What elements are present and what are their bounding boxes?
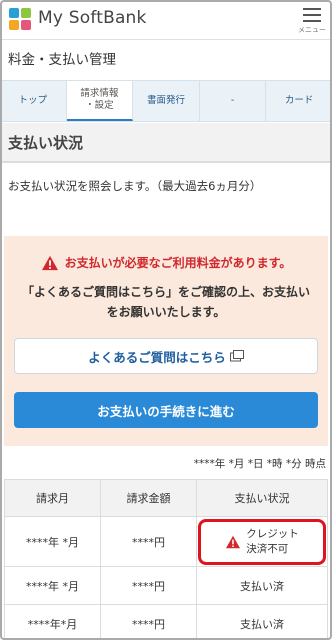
notice-title-text: お支払いが必要なご利用料金があります。 — [64, 256, 292, 270]
billing-amount: ****円 — [100, 516, 197, 567]
tab-label: カード — [284, 95, 314, 107]
external-link-icon — [229, 350, 244, 362]
tab-label: - — [230, 95, 235, 107]
faq-button-label: よくあるご質問はこちら — [88, 349, 226, 365]
status-line-1: クレジット — [246, 528, 299, 541]
payment-status-table: 請求月 請求金額 支払い状況 ****年 *月 ****円 クレジット 決済不可… — [4, 479, 328, 640]
section-title: 料金・支払い管理 — [8, 52, 116, 68]
tab-card[interactable]: カード — [266, 81, 332, 121]
status-highlight: クレジット 決済不可 — [198, 518, 326, 565]
tab-placeholder[interactable]: - — [200, 81, 267, 121]
tab-label: 書面発行 — [146, 95, 185, 107]
app-header: My SoftBank メニュー — [0, 0, 332, 40]
tab-top[interactable]: トップ — [0, 81, 67, 121]
table-row: ****年 *月 ****円 クレジット 決済不可 — [4, 516, 328, 567]
header-payment-status: 支払い状況 — [196, 479, 328, 517]
payment-status: 支払い済 — [196, 566, 328, 605]
header-billing-amount: 請求金額 — [100, 479, 197, 517]
billing-month: ****年 *月 — [4, 566, 101, 605]
table-row: ****年 *月 ****円 支払い済 — [4, 566, 328, 605]
header-billing-month: 請求月 — [4, 479, 101, 517]
intro-text: お支払い状況を照会します。（最大過去6ヵ月分） — [8, 179, 262, 193]
table-row: ****年*月 ****円 支払い済 — [4, 604, 328, 640]
menu-button[interactable]: メニュー — [298, 4, 326, 36]
menu-icon — [303, 8, 321, 22]
billing-month: ****年*月 — [4, 604, 101, 640]
payment-status: クレジット 決済不可 — [196, 516, 328, 567]
tab-label: 請求情報 ・設定 — [80, 88, 119, 111]
tab-documents[interactable]: 書面発行 — [133, 81, 200, 121]
tab-label: トップ — [18, 95, 48, 107]
pay-button-label: お支払いの手続きに進む — [97, 403, 235, 419]
status-text: クレジット 決済不可 — [246, 527, 299, 555]
tab-billing-settings[interactable]: 請求情報 ・設定 — [66, 81, 134, 121]
status-line-2: 決済不可 — [246, 542, 289, 555]
faq-button[interactable]: よくあるご質問はこちら — [14, 338, 318, 374]
proceed-payment-button[interactable]: お支払いの手続きに進む — [14, 392, 318, 428]
billing-amount: ****円 — [100, 604, 197, 640]
notice-title: お支払いが必要なご利用料金があります。 — [4, 254, 328, 271]
page-title: 支払い状況 — [0, 123, 332, 163]
billing-amount: ****円 — [100, 566, 197, 605]
warning-icon — [41, 255, 58, 270]
timestamp: ****年 *月 *日 *時 *分 時点 — [193, 458, 326, 470]
billing-month: ****年 *月 — [4, 516, 101, 567]
payment-status: 支払い済 — [196, 604, 328, 640]
logo-icon[interactable] — [8, 7, 32, 31]
notice-body: 「よくあるご質問はこちら」をご確認の上、お支払いをお願いいたします。 — [21, 285, 310, 320]
payment-notice: お支払いが必要なご利用料金があります。 「よくあるご質問はこちら」をご確認の上、… — [4, 236, 328, 446]
warning-icon — [226, 535, 241, 548]
brand-name[interactable]: My SoftBank — [38, 8, 147, 28]
menu-label: メニュー — [298, 26, 326, 34]
tab-bar: トップ 請求情報 ・設定 書面発行 - カード — [0, 80, 332, 122]
table-header-row: 請求月 請求金額 支払い状況 — [4, 479, 328, 517]
